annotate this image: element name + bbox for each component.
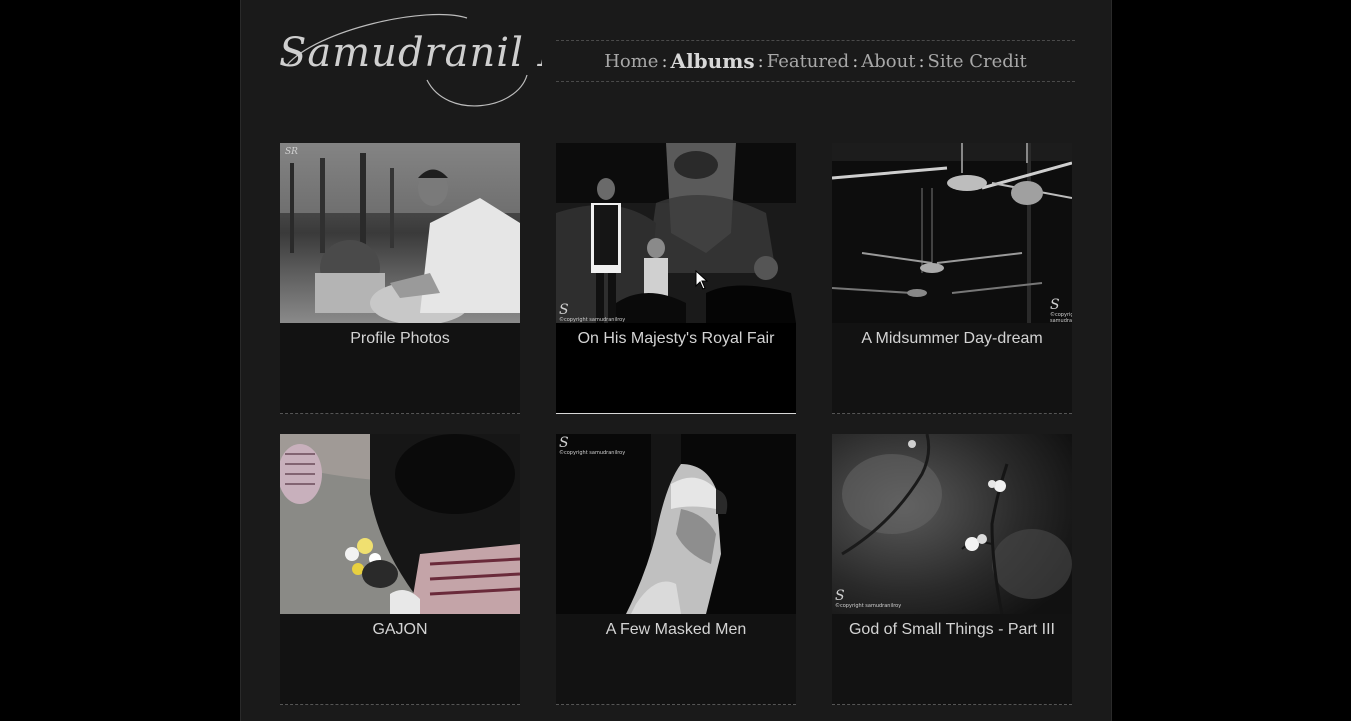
main-nav: Home : Albums : Featured : About : Site … (556, 40, 1075, 82)
nav-separator: : (918, 50, 925, 72)
album-thumbnail[interactable]: S ©copyright samudranilroy (832, 143, 1072, 323)
album-card-gajon[interactable]: GAJON (280, 434, 520, 705)
nav-about[interactable]: About (861, 51, 915, 72)
watermark: S ©copyright samudranilroy (835, 588, 902, 609)
page-container: Samudranil Roy Home : Albums : Featured … (240, 0, 1112, 721)
album-thumbnail[interactable]: S ©copyright samudranilroy (556, 434, 796, 614)
album-thumbnail[interactable] (280, 434, 520, 614)
nav-site-credit[interactable]: Site Credit (928, 51, 1027, 72)
album-thumbnail[interactable]: S ©copyright samudranilroy (832, 434, 1072, 614)
album-card-god-of-small-things[interactable]: S ©copyright samudranilroy God of Small … (832, 434, 1072, 705)
nav-separator: : (757, 50, 764, 72)
site-logo[interactable]: Samudranil Roy (277, 10, 542, 115)
nav-separator: : (852, 50, 859, 72)
album-thumbnail[interactable]: S ©copyright samudranilroy (556, 143, 796, 323)
album-card-midsummer-day-dream[interactable]: S ©copyright samudranilroy A Midsummer D… (832, 143, 1072, 414)
album-title[interactable]: GAJON (280, 621, 520, 639)
album-title[interactable]: A Midsummer Day-dream (832, 330, 1072, 348)
watermark-initials: SR (285, 147, 298, 157)
logo-text: Samudranil Roy (279, 30, 542, 76)
watermark: S ©copyright samudranilroy (559, 435, 626, 456)
album-card-profile-photos[interactable]: SR Profile Photos (280, 143, 520, 414)
mouse-cursor-icon (695, 270, 709, 290)
watermark: S ©copyright samudranilroy (559, 302, 626, 323)
album-card-masked-men[interactable]: S ©copyright samudranilroy A Few Masked … (556, 434, 796, 705)
album-thumbnail[interactable]: SR (280, 143, 520, 323)
album-title[interactable]: God of Small Things - Part III (832, 621, 1072, 639)
watermark: S ©copyright samudranilroy (1050, 297, 1072, 323)
album-title[interactable]: On His Majesty's Royal Fair (556, 330, 796, 348)
nav-albums[interactable]: Albums (671, 49, 755, 73)
nav-home[interactable]: Home (604, 51, 658, 72)
album-title[interactable]: Profile Photos (280, 330, 520, 348)
album-title[interactable]: A Few Masked Men (556, 621, 796, 639)
nav-featured[interactable]: Featured (767, 51, 850, 72)
album-card-royal-fair[interactable]: S ©copyright samudranilroy On His Majest… (556, 143, 796, 414)
nav-separator: : (661, 50, 668, 72)
